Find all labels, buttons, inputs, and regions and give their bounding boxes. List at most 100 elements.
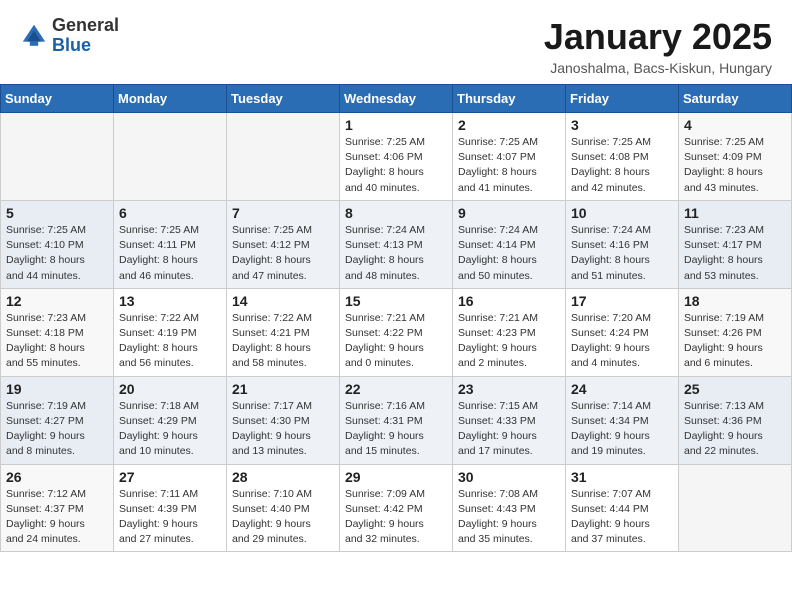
title-block: January 2025 Janoshalma, Bacs-Kiskun, Hu… — [544, 16, 772, 76]
calendar-day-cell: 23 Sunrise: 7:15 AM Sunset: 4:33 PM Dayli… — [453, 376, 566, 464]
day-info: Sunrise: 7:24 AM Sunset: 4:13 PM Dayligh… — [345, 223, 447, 284]
day-number: 22 — [345, 381, 447, 397]
day-info: Sunrise: 7:14 AM Sunset: 4:34 PM Dayligh… — [571, 399, 673, 460]
calendar-day-cell: 10Sunrise: 7:24 AM Sunset: 4:16 PM Dayli… — [566, 200, 679, 288]
calendar-day-cell: 11 Sunrise: 7:23 AM Sunset: 4:17 PM Dayli… — [679, 200, 792, 288]
calendar-day-cell: 18 Sunrise: 7:19 AM Sunset: 4:26 PM Dayli… — [679, 288, 792, 376]
day-info: Sunrise: 7:21 AM Sunset: 4:23 PM Dayligh… — [458, 311, 560, 372]
calendar-day-cell: 1Sunrise: 7:25 AM Sunset: 4:06 PM Daylig… — [340, 113, 453, 201]
calendar-day-cell: 20Sunrise: 7:18 AM Sunset: 4:29 PM Dayli… — [114, 376, 227, 464]
day-number: 23 — [458, 381, 560, 397]
calendar-day-cell: 9 Sunrise: 7:24 AM Sunset: 4:14 PM Daylig… — [453, 200, 566, 288]
day-number: 25 — [684, 381, 786, 397]
calendar-week-row: 19 Sunrise: 7:19 AM Sunset: 4:27 PM Dayli… — [1, 376, 792, 464]
day-info: Sunrise: 7:13 AM Sunset: 4:36 PM Dayligh… — [684, 399, 786, 460]
day-info: Sunrise: 7:23 AM Sunset: 4:17 PM Dayligh… — [684, 223, 786, 284]
calendar-day-cell: 17 Sunrise: 7:20 AM Sunset: 4:24 PM Dayli… — [566, 288, 679, 376]
day-of-week-header: Friday — [566, 85, 679, 113]
day-number: 7 — [232, 205, 334, 221]
day-number: 19 — [6, 381, 108, 397]
day-info: Sunrise: 7:15 AM Sunset: 4:33 PM Dayligh… — [458, 399, 560, 460]
day-info: Sunrise: 7:25 AM Sunset: 4:08 PM Dayligh… — [571, 135, 673, 196]
calendar-day-cell — [1, 113, 114, 201]
day-number: 20 — [119, 381, 221, 397]
calendar-day-cell: 6 Sunrise: 7:25 AM Sunset: 4:11 PM Daylig… — [114, 200, 227, 288]
month-title: January 2025 — [544, 16, 772, 58]
logo-general-text: General — [52, 16, 119, 36]
calendar-day-cell: 28 Sunrise: 7:10 AM Sunset: 4:40 PM Dayli… — [227, 464, 340, 552]
day-number: 14 — [232, 293, 334, 309]
calendar-day-cell: 13Sunrise: 7:22 AM Sunset: 4:19 PM Dayli… — [114, 288, 227, 376]
day-info: Sunrise: 7:25 AM Sunset: 4:10 PM Dayligh… — [6, 223, 108, 284]
day-number: 27 — [119, 469, 221, 485]
day-of-week-header: Monday — [114, 85, 227, 113]
day-info: Sunrise: 7:20 AM Sunset: 4:24 PM Dayligh… — [571, 311, 673, 372]
calendar-day-cell: 27 Sunrise: 7:11 AM Sunset: 4:39 PM Dayli… — [114, 464, 227, 552]
day-number: 31 — [571, 469, 673, 485]
day-number: 1 — [345, 117, 447, 133]
day-number: 10 — [571, 205, 673, 221]
calendar-day-cell: 19 Sunrise: 7:19 AM Sunset: 4:27 PM Dayli… — [1, 376, 114, 464]
location-text: Janoshalma, Bacs-Kiskun, Hungary — [544, 60, 772, 76]
day-info: Sunrise: 7:25 AM Sunset: 4:07 PM Dayligh… — [458, 135, 560, 196]
day-info: Sunrise: 7:19 AM Sunset: 4:27 PM Dayligh… — [6, 399, 108, 460]
calendar-day-cell — [227, 113, 340, 201]
calendar-day-cell: 31 Sunrise: 7:07 AM Sunset: 4:44 PM Dayli… — [566, 464, 679, 552]
day-number: 30 — [458, 469, 560, 485]
calendar-week-row: 1Sunrise: 7:25 AM Sunset: 4:06 PM Daylig… — [1, 113, 792, 201]
day-info: Sunrise: 7:17 AM Sunset: 4:30 PM Dayligh… — [232, 399, 334, 460]
logo-icon — [20, 22, 48, 50]
day-info: Sunrise: 7:09 AM Sunset: 4:42 PM Dayligh… — [345, 487, 447, 548]
calendar-week-row: 12Sunrise: 7:23 AM Sunset: 4:18 PM Dayli… — [1, 288, 792, 376]
day-number: 6 — [119, 205, 221, 221]
day-number: 2 — [458, 117, 560, 133]
calendar-day-cell: 16 Sunrise: 7:21 AM Sunset: 4:23 PM Dayli… — [453, 288, 566, 376]
day-info: Sunrise: 7:24 AM Sunset: 4:14 PM Dayligh… — [458, 223, 560, 284]
calendar-day-cell: 4Sunrise: 7:25 AM Sunset: 4:09 PM Daylig… — [679, 113, 792, 201]
page-header: General Blue January 2025 Janoshalma, Ba… — [0, 0, 792, 84]
day-number: 9 — [458, 205, 560, 221]
calendar-day-cell: 3 Sunrise: 7:25 AM Sunset: 4:08 PM Daylig… — [566, 113, 679, 201]
day-info: Sunrise: 7:10 AM Sunset: 4:40 PM Dayligh… — [232, 487, 334, 548]
logo-text: General Blue — [52, 16, 119, 56]
day-number: 28 — [232, 469, 334, 485]
calendar-header-row: SundayMondayTuesdayWednesdayThursdayFrid… — [1, 85, 792, 113]
calendar-day-cell: 26 Sunrise: 7:12 AM Sunset: 4:37 PM Dayli… — [1, 464, 114, 552]
day-info: Sunrise: 7:25 AM Sunset: 4:11 PM Dayligh… — [119, 223, 221, 284]
day-number: 24 — [571, 381, 673, 397]
calendar-day-cell: 12Sunrise: 7:23 AM Sunset: 4:18 PM Dayli… — [1, 288, 114, 376]
calendar-day-cell: 15 Sunrise: 7:21 AM Sunset: 4:22 PM Dayli… — [340, 288, 453, 376]
day-number: 18 — [684, 293, 786, 309]
day-info: Sunrise: 7:21 AM Sunset: 4:22 PM Dayligh… — [345, 311, 447, 372]
day-number: 4 — [684, 117, 786, 133]
day-number: 17 — [571, 293, 673, 309]
day-of-week-header: Thursday — [453, 85, 566, 113]
calendar-day-cell — [114, 113, 227, 201]
logo-blue-text: Blue — [52, 36, 119, 56]
day-info: Sunrise: 7:11 AM Sunset: 4:39 PM Dayligh… — [119, 487, 221, 548]
calendar-day-cell: 22 Sunrise: 7:16 AM Sunset: 4:31 PM Dayli… — [340, 376, 453, 464]
calendar-day-cell: 8 Sunrise: 7:24 AM Sunset: 4:13 PM Daylig… — [340, 200, 453, 288]
day-info: Sunrise: 7:08 AM Sunset: 4:43 PM Dayligh… — [458, 487, 560, 548]
day-info: Sunrise: 7:22 AM Sunset: 4:21 PM Dayligh… — [232, 311, 334, 372]
day-info: Sunrise: 7:12 AM Sunset: 4:37 PM Dayligh… — [6, 487, 108, 548]
calendar-day-cell: 25 Sunrise: 7:13 AM Sunset: 4:36 PM Dayli… — [679, 376, 792, 464]
calendar-day-cell: 29Sunrise: 7:09 AM Sunset: 4:42 PM Dayli… — [340, 464, 453, 552]
day-number: 11 — [684, 205, 786, 221]
day-number: 8 — [345, 205, 447, 221]
day-info: Sunrise: 7:19 AM Sunset: 4:26 PM Dayligh… — [684, 311, 786, 372]
day-number: 16 — [458, 293, 560, 309]
day-of-week-header: Tuesday — [227, 85, 340, 113]
day-info: Sunrise: 7:16 AM Sunset: 4:31 PM Dayligh… — [345, 399, 447, 460]
day-info: Sunrise: 7:23 AM Sunset: 4:18 PM Dayligh… — [6, 311, 108, 372]
day-number: 26 — [6, 469, 108, 485]
calendar-day-cell: 5Sunrise: 7:25 AM Sunset: 4:10 PM Daylig… — [1, 200, 114, 288]
calendar-day-cell: 7Sunrise: 7:25 AM Sunset: 4:12 PM Daylig… — [227, 200, 340, 288]
day-of-week-header: Sunday — [1, 85, 114, 113]
logo: General Blue — [20, 16, 119, 56]
calendar-table: SundayMondayTuesdayWednesdayThursdayFrid… — [0, 84, 792, 552]
calendar-week-row: 26 Sunrise: 7:12 AM Sunset: 4:37 PM Dayli… — [1, 464, 792, 552]
day-number: 15 — [345, 293, 447, 309]
day-info: Sunrise: 7:07 AM Sunset: 4:44 PM Dayligh… — [571, 487, 673, 548]
day-number: 3 — [571, 117, 673, 133]
